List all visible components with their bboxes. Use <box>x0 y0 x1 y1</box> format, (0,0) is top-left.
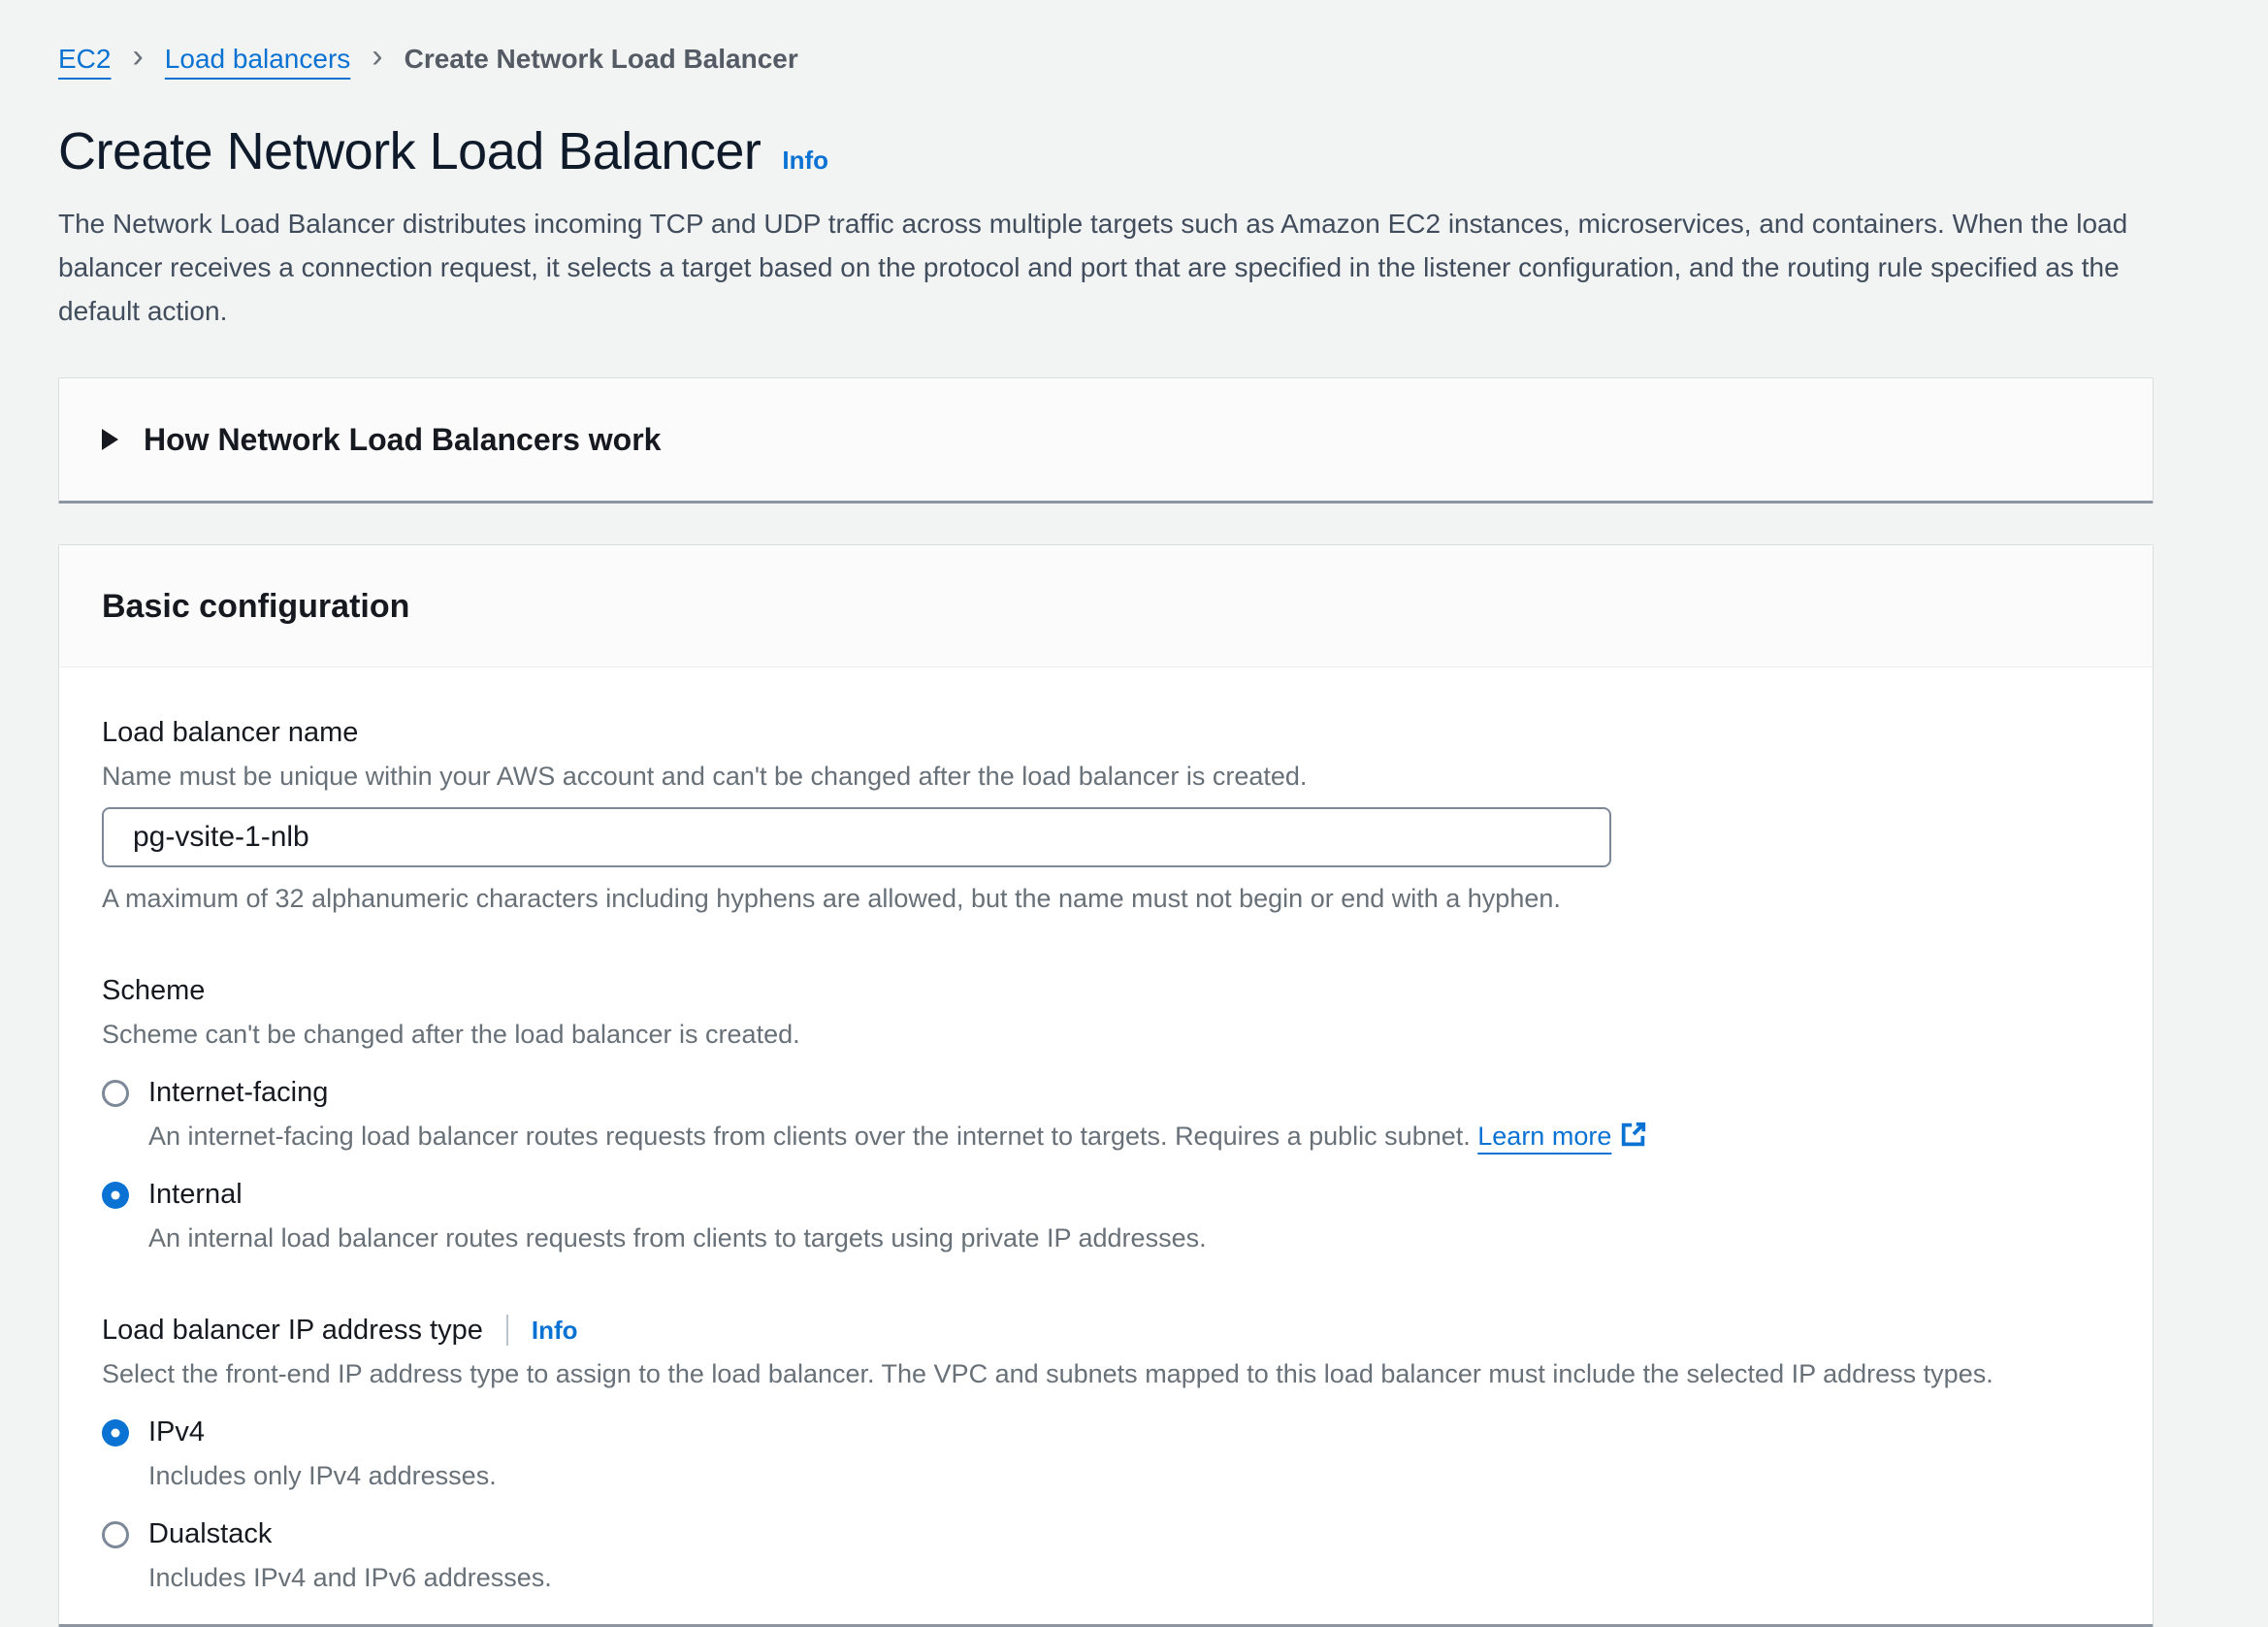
dualstack-radio-label: Dualstack <box>148 1518 272 1550</box>
learn-more-label: Learn more <box>1477 1122 1611 1151</box>
how-nlb-works-title: How Network Load Balancers work <box>144 422 661 458</box>
page-content: EC2 › Load balancers › Create Network Lo… <box>0 0 2268 1627</box>
learn-more-link[interactable]: Learn more <box>1477 1122 1648 1151</box>
label-divider <box>506 1315 508 1346</box>
radio-unchecked-icon[interactable] <box>102 1080 129 1107</box>
breadcrumb-link-load-balancers[interactable]: Load balancers <box>165 42 350 77</box>
radio-checked-icon[interactable] <box>102 1419 129 1447</box>
scheme-label: Scheme <box>102 972 2110 1009</box>
internal-radio[interactable]: Internal <box>102 1179 2110 1211</box>
internet-facing-radio[interactable]: Internet-facing <box>102 1077 2110 1109</box>
breadcrumb-link-ec2[interactable]: EC2 <box>58 42 111 77</box>
page-info-link[interactable]: Info <box>782 146 828 176</box>
basic-configuration-body: Load balancer name Name must be unique w… <box>59 667 2153 1624</box>
internet-facing-desc-text: An internet-facing load balancer routes … <box>148 1122 1471 1151</box>
internal-radio-description: An internal load balancer routes request… <box>148 1220 2110 1255</box>
ip-address-type-group: Load balancer IP address type Info Selec… <box>102 1312 2110 1595</box>
internet-facing-radio-description: An internet-facing load balancer routes … <box>148 1119 2110 1154</box>
dualstack-radio-description: Includes IPv4 and IPv6 addresses. <box>148 1560 2110 1595</box>
internet-facing-radio-label: Internet-facing <box>148 1077 328 1109</box>
ip-address-type-description: Select the front-end IP address type to … <box>102 1356 2110 1391</box>
page-title: Create Network Load Balancer <box>58 122 761 180</box>
scheme-option-internet-facing: Internet-facing An internet-facing load … <box>102 1077 2110 1154</box>
scheme-option-internal: Internal An internal load balancer route… <box>102 1179 2110 1255</box>
ip-address-type-label-row: Load balancer IP address type Info <box>102 1312 2110 1349</box>
name-field-constraint: A maximum of 32 alphanumeric characters … <box>102 881 2110 916</box>
how-nlb-works-expandable[interactable]: How Network Load Balancers work <box>58 377 2154 504</box>
dualstack-radio[interactable]: Dualstack <box>102 1518 2110 1550</box>
name-field-label: Load balancer name <box>102 714 2110 751</box>
breadcrumb-separator-icon: › <box>372 39 382 80</box>
scheme-group: Scheme Scheme can't be changed after the… <box>102 972 2110 1255</box>
ip-option-ipv4: IPv4 Includes only IPv4 addresses. <box>102 1416 2110 1493</box>
page-description: The Network Load Balancer distributes in… <box>58 202 2154 333</box>
page-header: Create Network Load Balancer Info <box>58 122 2154 180</box>
ipv4-radio-description: Includes only IPv4 addresses. <box>148 1458 2110 1493</box>
breadcrumb-separator-icon: › <box>132 39 143 80</box>
ip-option-dualstack: Dualstack Includes IPv4 and IPv6 address… <box>102 1518 2110 1595</box>
ipv4-radio-label: IPv4 <box>148 1416 205 1448</box>
name-field-group: Load balancer name Name must be unique w… <box>102 714 2110 916</box>
breadcrumb: EC2 › Load balancers › Create Network Lo… <box>58 39 2154 80</box>
basic-configuration-header: Basic configuration <box>59 545 2153 667</box>
radio-unchecked-icon[interactable] <box>102 1521 129 1548</box>
ipv4-radio[interactable]: IPv4 <box>102 1416 2110 1448</box>
ip-address-type-info-link[interactable]: Info <box>532 1316 578 1346</box>
basic-configuration-card: Basic configuration Load balancer name N… <box>58 544 2154 1627</box>
scheme-description: Scheme can't be changed after the load b… <box>102 1017 2110 1052</box>
expand-caret-icon <box>102 429 118 450</box>
name-field-description: Name must be unique within your AWS acco… <box>102 759 2110 794</box>
external-link-icon <box>1619 1120 1648 1149</box>
breadcrumb-current-page: Create Network Load Balancer <box>405 42 798 77</box>
internal-radio-label: Internal <box>148 1179 243 1211</box>
ip-address-type-label: Load balancer IP address type <box>102 1312 483 1349</box>
radio-checked-icon[interactable] <box>102 1182 129 1209</box>
basic-configuration-title: Basic configuration <box>102 588 2110 626</box>
load-balancer-name-input[interactable] <box>102 807 1611 867</box>
